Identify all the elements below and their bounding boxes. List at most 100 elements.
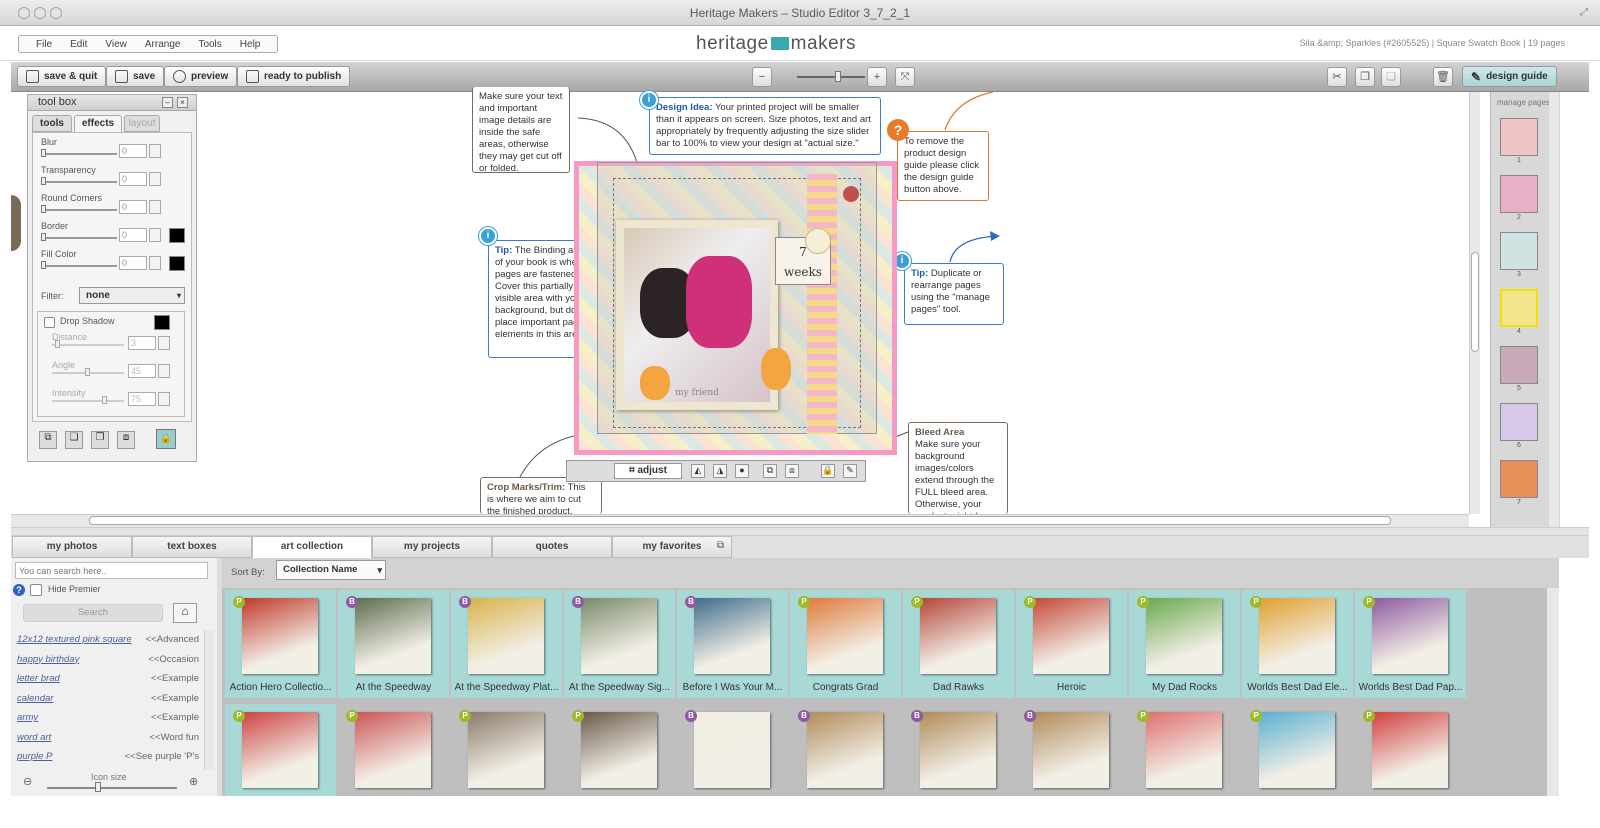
field-slider[interactable] <box>41 209 117 211</box>
close-icon[interactable]: × <box>177 97 188 108</box>
minimize-icon[interactable]: – <box>162 97 173 108</box>
cut-icon[interactable]: ✂ <box>1327 67 1347 87</box>
collection-card[interactable]: P <box>338 704 449 796</box>
stepper-icon[interactable] <box>149 200 161 214</box>
tab-tools[interactable]: tools <box>32 115 72 132</box>
scroll-thumb[interactable] <box>1471 252 1479 352</box>
zoom-in-icon[interactable]: ⊕ <box>189 775 198 788</box>
collection-card[interactable]: P Heroic <box>1016 590 1127 698</box>
field-value[interactable]: 0 <box>119 144 147 158</box>
color-swatch[interactable] <box>169 256 185 271</box>
sort-select[interactable]: Collection Name ▾ <box>276 560 386 580</box>
hide-premier-checkbox[interactable] <box>30 584 42 596</box>
search-result-link[interactable]: word art <box>17 732 51 743</box>
page-thumbnail[interactable] <box>1500 403 1538 441</box>
tab-text-boxes[interactable]: text boxes <box>132 536 252 558</box>
slider-handle[interactable] <box>101 396 107 404</box>
field-value[interactable]: 0 <box>119 228 147 242</box>
page-thumbnail[interactable] <box>1500 289 1538 327</box>
search-result-link[interactable]: calendar <box>17 693 53 704</box>
collection-card[interactable]: B At the Speedway Sig... <box>564 590 675 698</box>
drop-shadow-checkbox[interactable] <box>44 317 55 328</box>
filter-select[interactable]: none ▾ <box>79 287 185 304</box>
bring-front-icon[interactable]: ⧉ <box>39 431 57 449</box>
field-slider[interactable] <box>41 237 117 239</box>
collection-card[interactable]: B At the Speedway Plat... <box>451 590 562 698</box>
field-slider[interactable] <box>41 153 117 155</box>
collection-card[interactable]: P <box>451 704 562 796</box>
record-icon[interactable]: ● <box>735 464 749 478</box>
field-value[interactable]: 0 <box>119 172 147 186</box>
collection-card[interactable]: B At the Speedway <box>338 590 449 698</box>
collection-card[interactable]: P <box>564 704 675 796</box>
shadow-value[interactable]: 3 <box>128 336 156 350</box>
tab-my-projects[interactable]: my projects <box>372 536 492 558</box>
adjust-button[interactable]: ⌗ adjust <box>614 463 682 479</box>
stepper-icon[interactable] <box>149 172 161 186</box>
collection-card[interactable]: P Congrats Grad <box>790 590 901 698</box>
field-slider[interactable] <box>41 265 117 267</box>
shadow-slider[interactable] <box>52 344 124 346</box>
page-thumbnail[interactable] <box>1500 175 1538 213</box>
slider-handle[interactable] <box>41 149 46 157</box>
tab-my-favorites[interactable]: my favorites <box>612 536 732 558</box>
home-icon[interactable]: ⌂ <box>173 603 197 623</box>
pages-scrollbar[interactable] <box>1549 92 1559 527</box>
canvas-vertical-scrollbar[interactable] <box>1469 92 1480 514</box>
collection-card[interactable]: B <box>1016 704 1127 796</box>
field-value[interactable]: 0 <box>119 200 147 214</box>
slider-handle[interactable] <box>41 205 46 213</box>
tab-art-collection[interactable]: art collection <box>252 536 372 558</box>
tool-box-header[interactable]: tool box – × <box>28 95 196 111</box>
collection-card[interactable]: P Action Hero Collectio... <box>225 590 336 698</box>
shadow-color-swatch[interactable] <box>154 315 170 330</box>
side-handle[interactable] <box>11 195 21 251</box>
shadow-value[interactable]: 75 <box>128 392 156 406</box>
shadow-value[interactable]: 45 <box>128 364 156 378</box>
icon-size-handle[interactable] <box>95 782 101 792</box>
icon-size-slider[interactable] <box>47 787 177 789</box>
results-scrollbar[interactable] <box>204 630 214 770</box>
arrange-back-icon[interactable]: ⧈ <box>785 464 799 478</box>
slider-handle[interactable] <box>55 340 61 348</box>
search-result-link[interactable]: happy birthday <box>17 654 79 665</box>
slider-handle[interactable] <box>41 233 46 241</box>
page-thumbnail[interactable] <box>1500 232 1538 270</box>
stepper-icon[interactable] <box>158 392 170 406</box>
collection-card[interactable]: P Worlds Best Dad Pap... <box>1355 590 1466 698</box>
collection-card[interactable]: P <box>225 704 336 796</box>
stepper-icon[interactable] <box>149 144 161 158</box>
collection-card[interactable]: P <box>1355 704 1466 796</box>
scroll-thumb[interactable] <box>89 516 1391 525</box>
help-icon[interactable]: ? <box>13 584 25 596</box>
edit-icon[interactable]: ✎ <box>843 464 857 478</box>
tab-my-photos[interactable]: my photos <box>12 536 132 558</box>
search-input[interactable] <box>15 562 208 579</box>
tab-effects[interactable]: effects <box>74 115 122 132</box>
paste-icon[interactable]: ❏ <box>1381 67 1401 87</box>
collection-card[interactable]: P <box>1129 704 1240 796</box>
stepper-icon[interactable] <box>158 364 170 378</box>
lock-icon[interactable]: 🔒 <box>821 464 835 478</box>
panel-divider[interactable] <box>11 527 1589 536</box>
field-value[interactable]: 0 <box>119 256 147 270</box>
shadow-slider[interactable] <box>52 400 124 402</box>
bring-forward-icon[interactable]: ❏ <box>65 431 83 449</box>
flip-vertical-icon[interactable]: ◮ <box>713 464 727 478</box>
collection-card[interactable]: P Worlds Best Dad Ele... <box>1242 590 1353 698</box>
page-thumbnail[interactable] <box>1500 460 1538 498</box>
flip-horizontal-icon[interactable]: ◭ <box>691 464 705 478</box>
color-swatch[interactable] <box>169 228 185 243</box>
arrange-front-icon[interactable]: ⧉ <box>763 464 777 478</box>
grid-scrollbar[interactable] <box>1547 588 1559 796</box>
copy-icon[interactable]: ❐ <box>1355 67 1375 87</box>
send-backward-icon[interactable]: ❐ <box>91 431 109 449</box>
canvas-horizontal-scrollbar[interactable] <box>11 514 1469 527</box>
popout-icon[interactable]: ⧉ <box>717 540 724 551</box>
collection-card[interactable]: B <box>903 704 1014 796</box>
slider-handle[interactable] <box>41 177 46 185</box>
lock-icon[interactable]: 🔒 <box>156 429 176 449</box>
collection-card[interactable]: P <box>1242 704 1353 796</box>
search-result-link[interactable]: letter brad <box>17 673 60 684</box>
search-result-link[interactable]: army <box>17 712 38 723</box>
